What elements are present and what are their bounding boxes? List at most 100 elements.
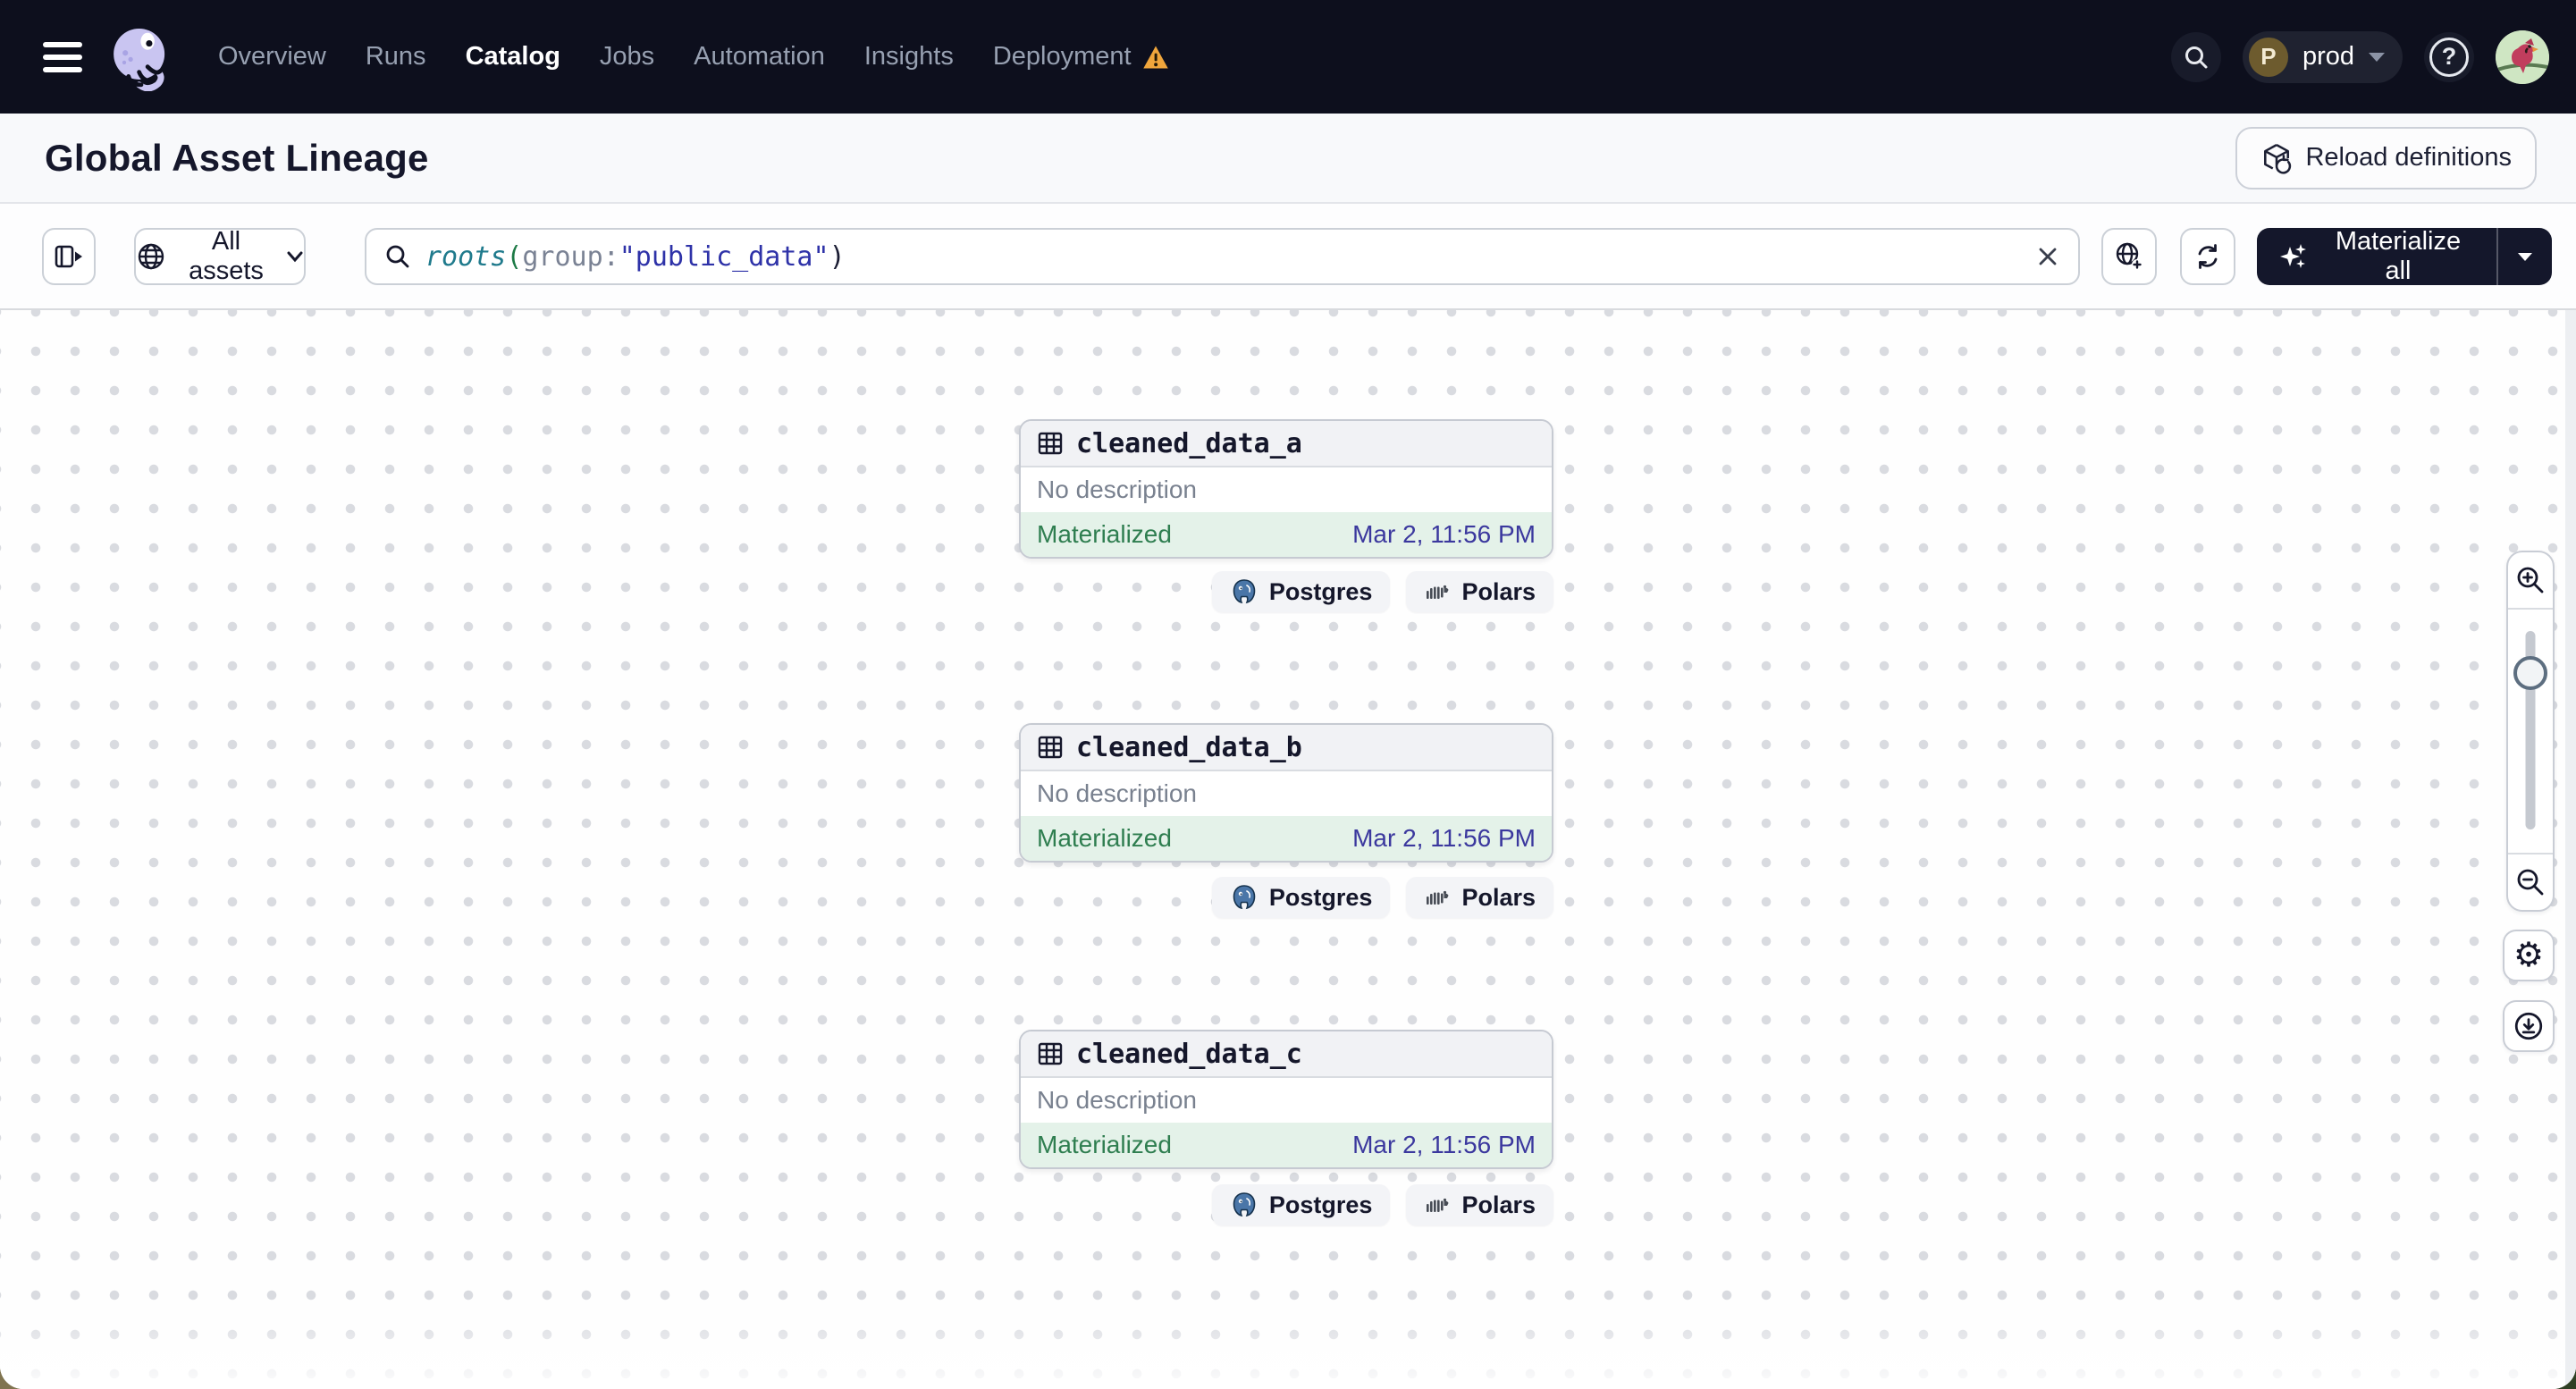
asset-description: No description [1021, 467, 1552, 512]
tag-postgres[interactable]: Postgres [1211, 877, 1391, 918]
polars-icon [1424, 580, 1451, 603]
nav-item-catalog[interactable]: Catalog [466, 42, 560, 72]
asset-description: No description [1021, 1078, 1552, 1123]
globe-plus-icon [2113, 240, 2145, 273]
globe-icon [136, 241, 166, 272]
zoom-out-button[interactable] [2508, 854, 2553, 910]
sparkles-icon [2278, 241, 2309, 272]
chevron-down-icon [2518, 252, 2532, 261]
asset-name: cleaned_data_b [1076, 731, 1302, 763]
nav-item-automation[interactable]: Automation [694, 42, 825, 72]
nav-item-runs[interactable]: Runs [366, 42, 426, 72]
help-icon: ? [2429, 37, 2469, 77]
clear-query-button[interactable] [2035, 244, 2060, 269]
nav-item-deployment[interactable]: Deployment [993, 42, 1169, 72]
zoom-in-button[interactable] [2508, 552, 2553, 608]
materialize-all-split-button: Materialize all [2257, 228, 2552, 285]
lineage-canvas[interactable]: cleaned_data_a No description Materializ… [0, 310, 2576, 1389]
top-nav: Overview Runs Catalog Jobs Automation In… [0, 0, 2576, 114]
tag-polars[interactable]: Polars [1406, 877, 1553, 918]
primary-nav: Overview Runs Catalog Jobs Automation In… [218, 42, 1169, 72]
zoom-out-icon [2514, 866, 2547, 898]
download-icon [2513, 1010, 2545, 1042]
refresh-button[interactable] [2180, 228, 2235, 285]
polars-icon [1424, 1193, 1451, 1216]
table-icon [1037, 430, 1064, 457]
materialize-all-button[interactable]: Materialize all [2257, 228, 2496, 285]
postgres-icon [1230, 577, 1259, 606]
deployment-warning-icon [1142, 45, 1169, 70]
user-avatar[interactable] [2496, 29, 2549, 84]
deployment-switcher[interactable]: P prod [2242, 30, 2403, 83]
status-badge: Materialized [1037, 1131, 1172, 1158]
materialization-timestamp: Mar 2, 11:56 PM [1352, 1131, 1536, 1158]
asset-node-cleaned_data_b[interactable]: cleaned_data_b No description Materializ… [1019, 723, 1553, 863]
page-title: Global Asset Lineage [45, 136, 429, 179]
new-selection-button[interactable] [2101, 228, 2157, 285]
polars-icon [1424, 886, 1451, 909]
asset-card-header: cleaned_data_c [1021, 1031, 1552, 1078]
postgres-icon [1230, 1191, 1259, 1219]
asset-node-cleaned_data_c[interactable]: cleaned_data_c No description Materializ… [1019, 1030, 1553, 1169]
canvas-bottom-fade [0, 1309, 2576, 1389]
deployment-name: prod [2302, 42, 2354, 71]
asset-selection-input[interactable]: roots(group: "public_data") [365, 228, 2080, 285]
gear-icon: ⚙ [2513, 937, 2545, 974]
dagster-app: Overview Runs Catalog Jobs Automation In… [0, 0, 2576, 1389]
refresh-icon [2193, 241, 2223, 272]
reload-definitions-button[interactable]: Reload definitions [2235, 126, 2537, 189]
search-icon [384, 243, 411, 270]
asset-tags-row: Postgres Polars [1019, 877, 1553, 918]
asset-card-header: cleaned_data_a [1021, 421, 1552, 467]
graph-settings-button[interactable]: ⚙ [2503, 930, 2555, 981]
postgres-icon [1230, 883, 1259, 912]
dagster-logo-icon [107, 23, 175, 91]
nav-item-overview[interactable]: Overview [218, 42, 326, 72]
deployment-initial-badge: P [2248, 37, 2288, 77]
asset-tags-row: Postgres Polars [1019, 1184, 1553, 1225]
download-image-button[interactable] [2503, 1000, 2555, 1052]
materialize-options-button[interactable] [2498, 228, 2552, 285]
materialization-timestamp: Mar 2, 11:56 PM [1352, 520, 1536, 548]
asset-description: No description [1021, 771, 1552, 816]
table-icon [1037, 734, 1064, 761]
nav-item-jobs[interactable]: Jobs [600, 42, 654, 72]
asset-scope-dropdown[interactable]: All assets [134, 227, 306, 285]
help-button[interactable]: ? [2424, 31, 2474, 82]
nav-item-insights[interactable]: Insights [864, 42, 954, 72]
lineage-toolbar: All assets roots(group: "public_data") M… [0, 204, 2576, 310]
table-icon [1037, 1040, 1064, 1067]
open-side-panel-button[interactable] [42, 228, 96, 285]
reload-definitions-icon [2260, 142, 2293, 174]
tag-polars[interactable]: Polars [1406, 571, 1553, 612]
status-badge: Materialized [1037, 520, 1172, 548]
tag-postgres[interactable]: Postgres [1211, 1184, 1391, 1225]
zoom-control-widget [2506, 551, 2555, 912]
hamburger-menu-button[interactable] [43, 41, 82, 72]
status-badge: Materialized [1037, 824, 1172, 852]
chevron-down-icon [286, 250, 304, 263]
asset-status-row: Materialized Mar 2, 11:56 PM [1021, 816, 1552, 861]
asset-tags-row: Postgres Polars [1019, 571, 1553, 612]
close-icon [2035, 244, 2060, 269]
zoom-in-icon [2514, 564, 2547, 596]
zoom-slider[interactable] [2508, 610, 2553, 853]
asset-status-row: Materialized Mar 2, 11:56 PM [1021, 1123, 1552, 1167]
selection-query: roots(group: "public_data") [425, 240, 846, 273]
chevron-down-icon [2369, 52, 2385, 62]
asset-card-header: cleaned_data_b [1021, 725, 1552, 771]
asset-name: cleaned_data_a [1076, 427, 1302, 459]
tag-postgres[interactable]: Postgres [1211, 571, 1391, 612]
page-header: Global Asset Lineage Reload definitions [0, 114, 2576, 204]
asset-name: cleaned_data_c [1076, 1038, 1302, 1070]
global-search-button[interactable] [2170, 31, 2221, 82]
materialization-timestamp: Mar 2, 11:56 PM [1352, 824, 1536, 852]
scrollbar-track[interactable] [2565, 310, 2576, 1389]
search-icon [2183, 44, 2210, 71]
nav-right-cluster: P prod ? [2170, 29, 2549, 84]
tag-polars[interactable]: Polars [1406, 1184, 1553, 1225]
panel-expand-icon [52, 240, 86, 274]
asset-status-row: Materialized Mar 2, 11:56 PM [1021, 512, 1552, 557]
asset-node-cleaned_data_a[interactable]: cleaned_data_a No description Materializ… [1019, 419, 1553, 559]
zoom-slider-handle[interactable] [2513, 656, 2547, 690]
